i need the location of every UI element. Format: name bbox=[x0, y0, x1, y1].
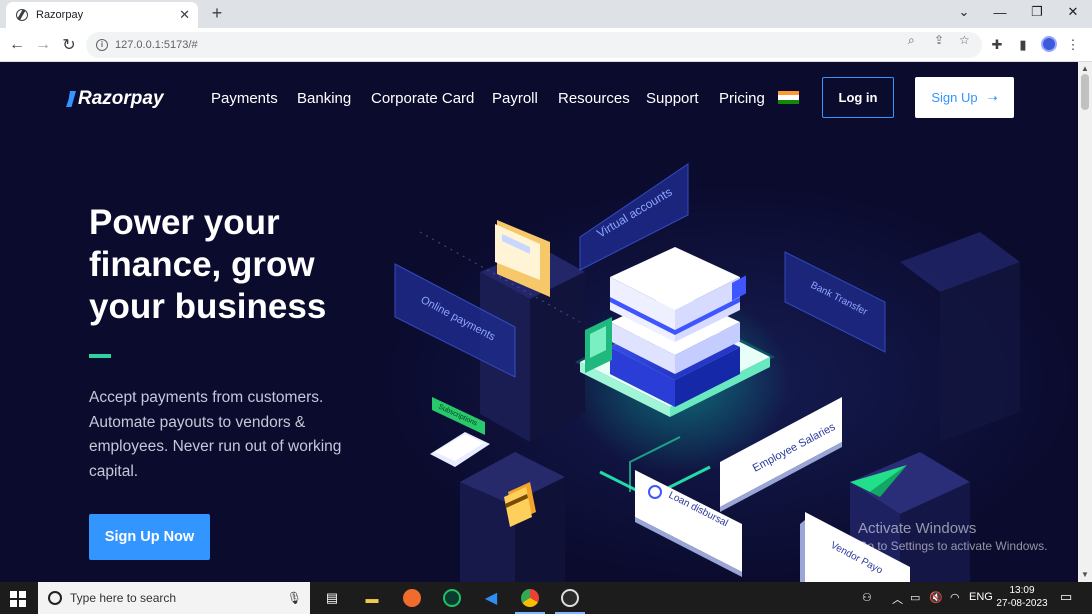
volume-muted-icon[interactable]: 🔇 bbox=[929, 591, 943, 604]
nav-banking[interactable]: Banking bbox=[297, 90, 351, 107]
subscriptions-label: Subscriptions bbox=[437, 403, 478, 427]
bank-transfer-tile: Bank Transfer bbox=[784, 251, 886, 353]
nav-payroll[interactable]: Payroll bbox=[492, 90, 538, 107]
activate-windows-title: Activate Windows bbox=[858, 520, 977, 537]
restore-button[interactable]: ❐ bbox=[1019, 0, 1055, 24]
reload-button[interactable]: ↻ bbox=[58, 34, 80, 56]
vscode-icon[interactable]: ◀ bbox=[481, 588, 501, 608]
mongodb-compass-icon[interactable] bbox=[442, 588, 462, 608]
chrome-icon[interactable] bbox=[520, 588, 540, 608]
hero-title-line: finance, grow bbox=[89, 245, 315, 284]
menu-kebab-icon[interactable]: ⋮ bbox=[1064, 36, 1082, 54]
postman-icon[interactable] bbox=[402, 588, 422, 608]
share-icon[interactable]: ⇪ bbox=[934, 33, 944, 47]
hero-subtitle: Accept payments from customers. Automate… bbox=[89, 389, 342, 480]
language-indicator[interactable]: ENG bbox=[969, 591, 993, 603]
obs-icon[interactable] bbox=[560, 588, 580, 608]
windows-taskbar: Type here to search 🎙 ▤ ▬ ◀ ⚇ ︿ ▭ 🔇 ◠ EN… bbox=[0, 582, 1092, 614]
show-hidden-icons-chevron[interactable]: ︿ bbox=[892, 591, 903, 607]
page-scrollbar[interactable]: ▲ ▼ bbox=[1078, 62, 1092, 582]
activate-windows-subtitle: Go to Settings to activate Windows. bbox=[858, 539, 1048, 553]
razorpay-logo-icon bbox=[66, 91, 76, 107]
file-explorer-icon[interactable]: ▬ bbox=[362, 588, 382, 608]
signup-button-label: Sign Up bbox=[931, 90, 978, 105]
razorpay-favicon-icon bbox=[16, 9, 28, 21]
back-button[interactable]: ← bbox=[6, 34, 28, 56]
notifications-icon[interactable]: ▭ bbox=[1060, 589, 1072, 605]
razorpay-logo[interactable]: Razorpay bbox=[66, 88, 164, 110]
side-panel-icon[interactable]: ▮ bbox=[1014, 36, 1032, 54]
hero-illustration: Virtual accounts Online payments Bank Tr… bbox=[394, 163, 1020, 582]
clock-time: 13:09 bbox=[1009, 585, 1035, 596]
people-icon[interactable]: ⚇ bbox=[862, 591, 872, 604]
profile-avatar[interactable] bbox=[1041, 36, 1057, 52]
hero-title-line: Power your bbox=[89, 203, 280, 242]
close-window-button[interactable]: ✕ bbox=[1055, 0, 1091, 24]
cortana-icon bbox=[48, 591, 62, 605]
central-tower bbox=[610, 247, 740, 407]
browser-tabstrip: Razorpay ✕ + ⌄ — ❐ ✕ bbox=[0, 0, 1092, 28]
windows-start-icon[interactable] bbox=[10, 591, 26, 607]
nav-resources[interactable]: Resources bbox=[558, 90, 630, 107]
extensions-icon[interactable]: ✚ bbox=[988, 36, 1006, 54]
task-view-icon[interactable]: ▤ bbox=[322, 588, 342, 608]
clock-date: 27-08-2023 bbox=[996, 598, 1048, 609]
browser-toolbar: ← → ↻ i 127.0.0.1:5173/# ⌕ ⇪ ☆ ✚ ▮ ⋮ bbox=[0, 28, 1092, 62]
nav-pricing[interactable]: Pricing bbox=[719, 90, 765, 107]
address-bar[interactable]: i 127.0.0.1:5173/# bbox=[86, 32, 982, 58]
logo-text: Razorpay bbox=[78, 88, 164, 109]
new-tab-button[interactable]: + bbox=[206, 3, 228, 24]
wifi-icon[interactable]: ◠ bbox=[950, 591, 960, 604]
nav-corporate-card[interactable]: Corporate Card bbox=[371, 90, 474, 107]
bookmark-star-icon[interactable]: ☆ bbox=[959, 33, 970, 47]
scrollbar-thumb[interactable] bbox=[1081, 74, 1089, 110]
taskbar-clock[interactable]: 13:09 27-08-2023 bbox=[994, 584, 1050, 610]
taskbar-search[interactable]: Type here to search 🎙 bbox=[38, 582, 310, 614]
tab-title: Razorpay bbox=[36, 9, 84, 21]
activate-windows-watermark: Activate Windows Go to Settings to activ… bbox=[858, 520, 1047, 553]
minimize-button[interactable]: — bbox=[982, 0, 1018, 24]
scroll-down-icon[interactable]: ▼ bbox=[1081, 570, 1089, 579]
signup-now-button[interactable]: Sign Up Now bbox=[89, 514, 210, 560]
tab-close-icon[interactable]: ✕ bbox=[179, 7, 190, 23]
nav-support[interactable]: Support bbox=[646, 90, 699, 107]
login-button[interactable]: Log in bbox=[822, 77, 894, 118]
forward-button[interactable]: → bbox=[32, 34, 54, 56]
zoom-icon[interactable]: ⌕ bbox=[908, 33, 915, 48]
nav-payments[interactable]: Payments bbox=[211, 90, 278, 107]
browser-tab[interactable]: Razorpay ✕ bbox=[6, 2, 198, 28]
microphone-icon[interactable]: 🎙 bbox=[287, 591, 302, 605]
hero-title: Power your finance, grow your business bbox=[89, 202, 379, 328]
address-url[interactable]: 127.0.0.1:5173/# bbox=[115, 39, 198, 51]
site-info-icon[interactable]: i bbox=[96, 39, 108, 51]
hero-title-line: your business bbox=[89, 287, 327, 326]
arrow-right-icon: ➝ bbox=[987, 90, 998, 105]
signup-button[interactable]: Sign Up ➝ bbox=[915, 77, 1014, 118]
scroll-up-icon[interactable]: ▲ bbox=[1081, 64, 1089, 73]
accent-divider bbox=[89, 354, 111, 358]
battery-icon[interactable]: ▭ bbox=[910, 591, 920, 604]
razorpay-page: Razorpay Payments Banking Corporate Card… bbox=[0, 62, 1078, 582]
india-flag-icon[interactable] bbox=[778, 91, 799, 104]
tab-search-chevron-icon[interactable]: ⌄ bbox=[946, 0, 982, 24]
taskbar-search-placeholder[interactable]: Type here to search bbox=[70, 591, 287, 605]
